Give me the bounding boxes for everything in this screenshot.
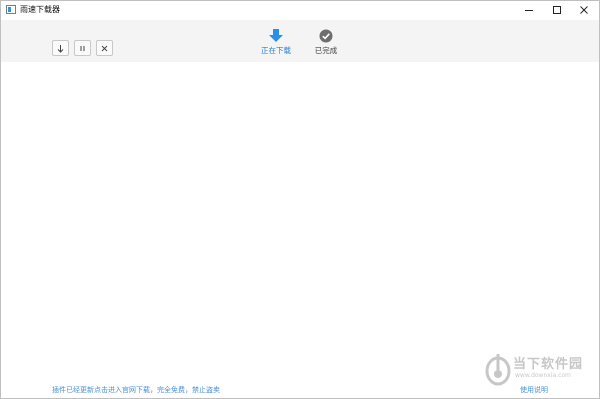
app-icon (6, 5, 16, 14)
tab-downloading[interactable]: 正在下载 (254, 27, 298, 59)
download-arrow-icon (269, 28, 283, 42)
title-bar: 雨速下载器 (1, 1, 599, 19)
window-title: 雨速下载器 (20, 5, 60, 14)
pause-button[interactable] (74, 40, 91, 56)
check-circle-icon (319, 29, 333, 42)
minimize-button[interactable] (515, 1, 542, 19)
toolbar: 正在下载 已完成 (1, 20, 599, 62)
tab-completed-label: 已完成 (314, 46, 338, 55)
maximize-button[interactable] (543, 1, 570, 19)
tab-completed[interactable]: 已完成 (304, 27, 348, 59)
watermark-name: 当下软件园 (513, 357, 584, 372)
arrow-down-icon (57, 44, 64, 53)
watermark-url: www.downxia.com (515, 372, 571, 379)
start-download-button[interactable] (52, 40, 69, 56)
tab-downloading-label: 正在下载 (261, 46, 291, 55)
minimize-icon (524, 10, 533, 11)
maximize-icon (552, 6, 561, 14)
close-icon (579, 6, 588, 14)
watermark: 当下软件园 www.downxia.com (485, 350, 597, 390)
watermark-logo-icon (485, 354, 511, 386)
app-window: 雨速下载器 正在下载 已完成 插件已经更新点击进入官网下载，完全免费，禁止盗卖 … (0, 0, 600, 399)
delete-button[interactable] (96, 40, 113, 56)
pause-icon (80, 45, 85, 51)
close-button[interactable] (570, 1, 597, 19)
download-list-area (1, 62, 599, 380)
close-icon (101, 45, 108, 51)
update-notice-link[interactable]: 插件已经更新点击进入官网下载，完全免费，禁止盗卖 (52, 385, 220, 395)
